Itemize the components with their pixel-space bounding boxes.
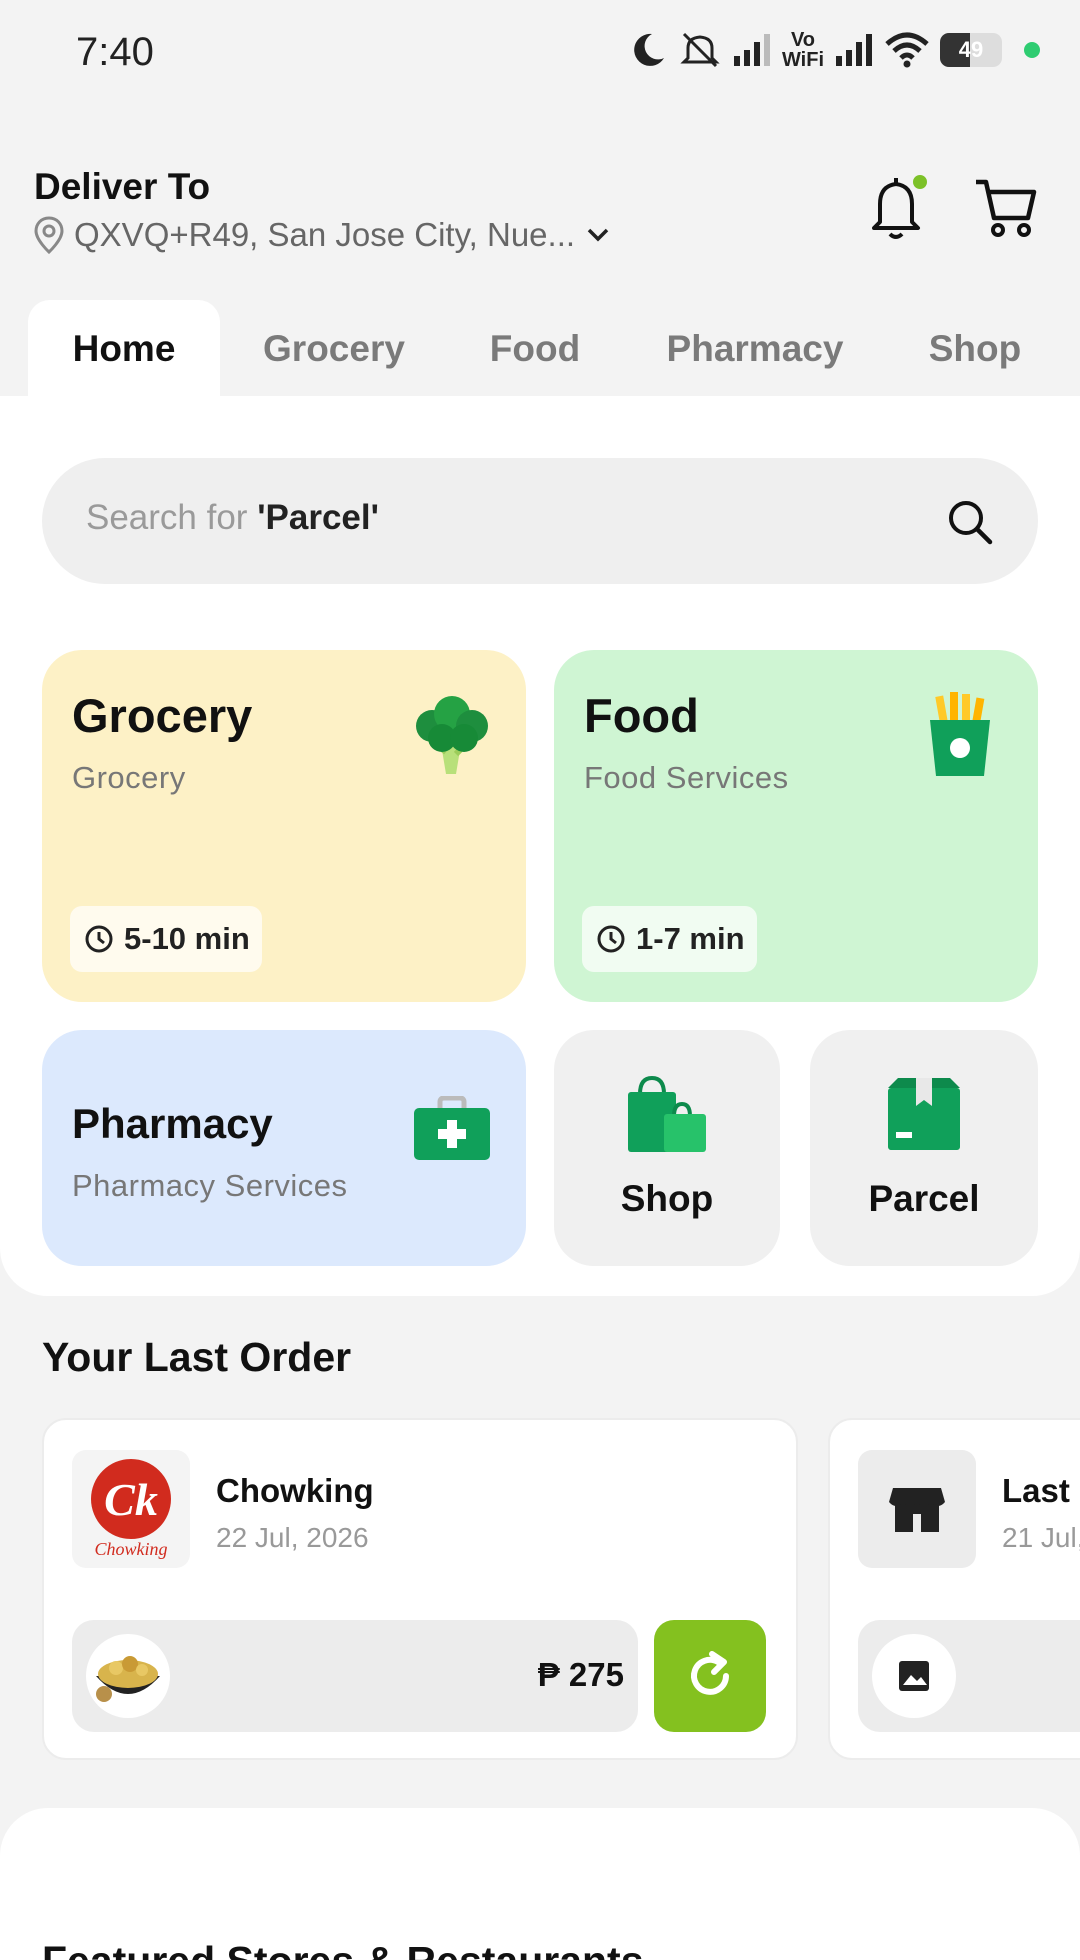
address-text: QXVQ+R49, San Jose City, Nue... (74, 216, 576, 253)
grocery-eta: 5-10 min (70, 906, 262, 972)
broccoli-icon (416, 696, 488, 774)
last-order-card[interactable]: Last 21 Jul, (828, 1418, 1080, 1760)
location-pin-icon (34, 216, 64, 254)
item-thumbnail (86, 1634, 170, 1718)
pharmacy-title: Pharmacy (72, 1100, 273, 1147)
order-date: 22 Jul, 2026 (216, 1522, 369, 1553)
signal-icon (836, 34, 872, 66)
address-selector[interactable]: QXVQ+R49, San Jose City, Nue... (34, 216, 611, 254)
shop-category-card[interactable]: Shop (554, 1030, 780, 1266)
grocery-eta-text: 5-10 min (124, 921, 250, 956)
tab-food[interactable]: Food (470, 300, 600, 398)
last-order-card[interactable]: Ck Chowking Chowking 22 Jul, 2026 ₱ 275 (42, 1418, 798, 1760)
signal-icon (733, 34, 770, 66)
home-panel: Search for 'Parcel' Grocery Grocery 5-10… (0, 396, 1080, 1296)
logo-script: Chowking (94, 1539, 167, 1559)
refresh-icon (691, 1651, 729, 1695)
featured-title: Featured Stores & Restaurants (42, 1938, 644, 1960)
deliver-to-title: Deliver To (34, 166, 211, 207)
clock-icon (597, 925, 625, 953)
image-placeholder-icon (899, 1661, 929, 1691)
notifications-button[interactable] (866, 172, 930, 244)
tab-grocery[interactable]: Grocery (244, 300, 424, 398)
store-logo: Ck Chowking (72, 1450, 190, 1568)
search-bar[interactable]: Search for 'Parcel' (42, 458, 1038, 584)
shopping-bag-icon (628, 1075, 706, 1152)
status-icons: Vo WiFi 49 (628, 26, 1040, 74)
order-price: ₱ 275 (537, 1656, 624, 1693)
food-eta: 1-7 min (582, 906, 757, 972)
chowking-logo: Ck Chowking (91, 1459, 171, 1559)
parcel-title: Parcel (868, 1178, 980, 1219)
featured-section: Featured Stores & Restaurants (0, 1808, 1080, 1960)
clock-icon (85, 925, 113, 953)
tab-pharmacy[interactable]: Pharmacy (650, 300, 860, 398)
grocery-title: Grocery (72, 689, 253, 742)
battery-icon: 49 (940, 33, 1002, 67)
reorder-button[interactable] (654, 1620, 766, 1732)
cart-icon (976, 179, 1037, 237)
battery-level: 49 (958, 37, 984, 62)
last-order-title: Your Last Order (42, 1334, 352, 1380)
food-subtitle: Food Services (584, 760, 789, 795)
first-aid-kit-icon (414, 1096, 490, 1160)
search-prefix: Search for (86, 498, 258, 537)
pharmacy-category-card[interactable]: Pharmacy Pharmacy Services (42, 1030, 526, 1266)
search-placeholder: Search for 'Parcel' (86, 498, 379, 538)
status-time: 7:40 (76, 30, 154, 74)
category-tabs: Home Grocery Food Pharmacy Shop (0, 300, 1080, 398)
cart-button[interactable] (972, 174, 1040, 242)
mute-icon (680, 32, 720, 68)
search-icon[interactable] (946, 498, 994, 546)
vowifi-indicator: Vo WiFi (782, 30, 824, 70)
food-title: Food (584, 689, 699, 742)
wifi-icon (885, 32, 929, 68)
chevron-down-icon (587, 228, 609, 242)
vowifi-bottom: WiFi (781, 49, 824, 71)
parcel-category-card[interactable]: Parcel (810, 1030, 1038, 1266)
notification-dot (910, 172, 930, 192)
food-eta-text: 1-7 min (636, 921, 745, 956)
vowifi-top: Vo (790, 29, 816, 51)
tab-shop[interactable]: Shop (910, 300, 1040, 398)
order-date: 21 Jul, (1002, 1522, 1080, 1553)
logo-mark: Ck (104, 1474, 158, 1525)
moon-icon (634, 33, 664, 66)
tab-home[interactable]: Home (28, 300, 220, 398)
food-category-card[interactable]: Food Food Services 1-7 min (554, 650, 1038, 1002)
fries-icon (930, 692, 990, 776)
privacy-dot (1024, 42, 1040, 58)
store-name: Last (1002, 1472, 1070, 1509)
store-name: Chowking (216, 1472, 374, 1509)
delivery-header: Deliver To QXVQ+R49, San Jose City, Nue.… (0, 160, 1080, 270)
shop-title: Shop (620, 1178, 714, 1219)
store-icon (889, 1488, 945, 1532)
pharmacy-subtitle: Pharmacy Services (72, 1168, 348, 1203)
order-item-summary: ₱ 275 (72, 1620, 638, 1732)
search-keyword: 'Parcel' (257, 498, 379, 537)
food-bowl-image (96, 1656, 160, 1702)
grocery-category-card[interactable]: Grocery Grocery 5-10 min (42, 650, 526, 1002)
grocery-subtitle: Grocery (72, 760, 186, 795)
order-item-summary (858, 1620, 1080, 1732)
parcel-box-icon (888, 1078, 960, 1150)
item-thumbnail (872, 1634, 956, 1718)
status-bar: 7:40 Vo WiFi 49 (0, 0, 1080, 110)
store-logo (858, 1450, 976, 1568)
